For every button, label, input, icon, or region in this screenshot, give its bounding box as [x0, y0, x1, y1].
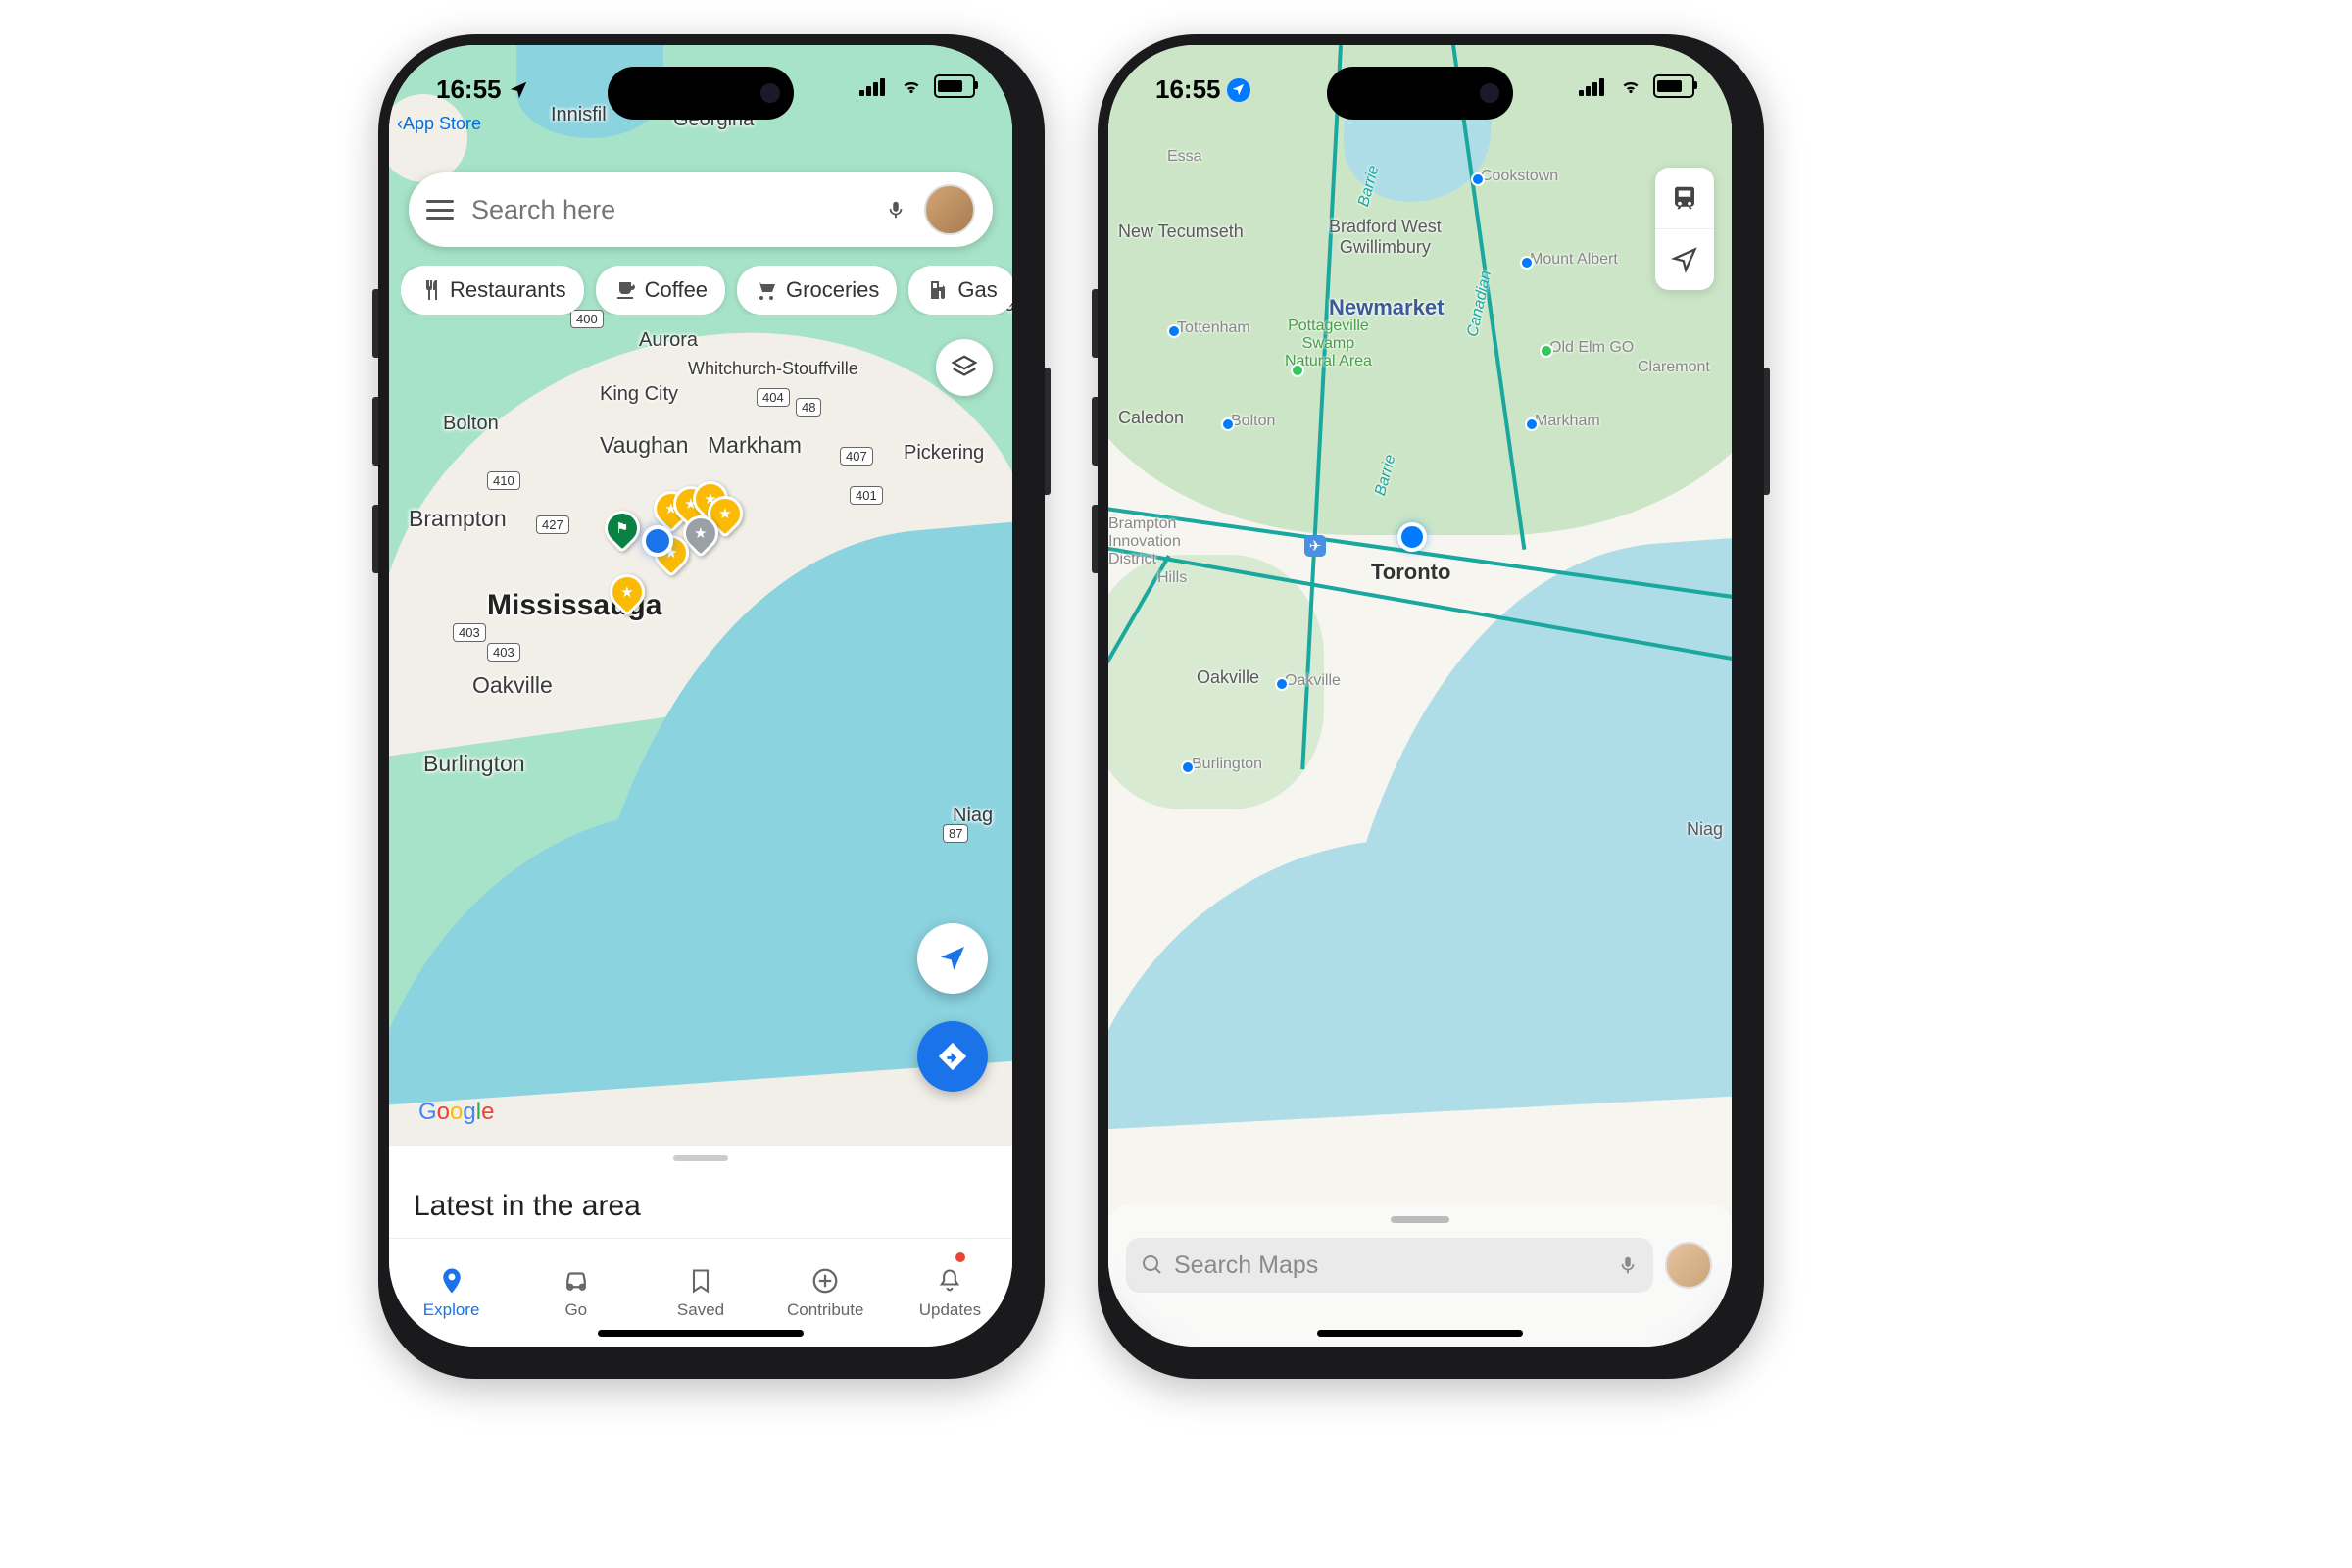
sheet-handle[interactable]: [1391, 1216, 1449, 1223]
map-marker: [1525, 417, 1539, 431]
back-to-app-store[interactable]: ‹ App Store: [397, 114, 481, 134]
label-tottenham: Tottenham: [1177, 319, 1250, 337]
directions-button[interactable]: [917, 1021, 988, 1092]
label-brampton: Brampton: [409, 506, 507, 532]
mic-icon[interactable]: [1617, 1251, 1639, 1279]
search-bar[interactable]: Search here: [409, 172, 993, 247]
status-time: 16:55: [436, 74, 502, 105]
wifi-icon: [899, 76, 924, 96]
hwy-shield: 48: [796, 398, 821, 416]
label-cookstown: Cookstown: [1481, 168, 1558, 185]
label-kingcity: King City: [600, 383, 678, 406]
battery-icon: [934, 74, 975, 98]
profile-avatar[interactable]: [1665, 1242, 1712, 1289]
label-whitchurch: Whitchurch-Stouffville: [688, 359, 858, 379]
updates-badge: [956, 1252, 965, 1262]
label-bolton: Bolton: [443, 413, 499, 435]
map-marker: [1471, 172, 1485, 186]
hwy-shield: 401: [850, 486, 883, 505]
battery-icon: [1653, 74, 1694, 98]
search-placeholder: Search here: [471, 195, 867, 225]
map-controls: [1655, 168, 1714, 290]
label-burlington: Burlington: [1192, 756, 1262, 773]
hwy-shield: 427: [536, 515, 569, 534]
map-marker: [1520, 256, 1534, 270]
menu-icon[interactable]: [426, 200, 454, 220]
google-brand: Google: [418, 1099, 494, 1126]
label-park: Pottageville Swamp Natural Area: [1285, 318, 1372, 370]
mic-icon[interactable]: [885, 195, 906, 224]
map-marker: [1167, 324, 1181, 338]
phone-google-maps: 16:55 ‹ App Store Innisfil Georgina Newm…: [378, 34, 1045, 1379]
label-oakville-area: Oakville: [1197, 667, 1259, 688]
label-vaughan: Vaughan: [600, 432, 688, 459]
home-indicator: [598, 1330, 804, 1337]
transit-mode-button[interactable]: [1655, 168, 1714, 229]
hwy-shield: 404: [757, 388, 790, 407]
apple-map-canvas[interactable]: Essa Cookstown New Tecumseth Bradford We…: [1108, 45, 1732, 1347]
label-caledon: Caledon: [1118, 408, 1184, 428]
label-bradford: Bradford West Gwillimbury: [1329, 217, 1442, 258]
current-location-dot: [642, 525, 673, 557]
location-indicator-icon: [1227, 78, 1250, 102]
dynamic-island: [1327, 67, 1513, 120]
label-markham: Markham: [708, 432, 802, 459]
cellular-icon: [859, 76, 889, 96]
tab-updates[interactable]: Updates: [888, 1239, 1012, 1347]
label-mtalbert: Mount Albert: [1530, 251, 1618, 269]
label-markham: Markham: [1535, 413, 1600, 430]
label-hills: Hills: [1157, 569, 1187, 587]
label-bolton: Bolton: [1231, 413, 1275, 430]
my-location-button[interactable]: [917, 923, 988, 994]
label-oakville: Oakville: [472, 672, 553, 699]
label-burlington: Burlington: [423, 751, 525, 777]
chip-coffee[interactable]: Coffee: [596, 266, 725, 315]
hwy-shield: 410: [487, 471, 520, 490]
search-icon: [1141, 1253, 1164, 1277]
map-marker-park: [1291, 364, 1304, 377]
chip-gas[interactable]: Gas: [908, 266, 1012, 315]
airport-icon: ✈: [1304, 535, 1326, 557]
phone-apple-maps: 16:55 Essa: [1098, 34, 1764, 1379]
hwy-shield: 407: [840, 447, 873, 466]
cellular-icon: [1579, 76, 1608, 96]
tab-explore[interactable]: Explore: [389, 1239, 514, 1347]
search-bar[interactable]: Search Maps: [1126, 1238, 1653, 1293]
label-pickering: Pickering: [904, 442, 984, 465]
label-oldelm: Old Elm GO: [1549, 339, 1634, 357]
hwy-shield: 403: [453, 623, 486, 642]
tracking-button[interactable]: [1655, 229, 1714, 290]
sheet-title: Latest in the area: [414, 1190, 641, 1223]
chip-restaurants[interactable]: Restaurants: [401, 266, 584, 315]
chip-groceries[interactable]: Groceries: [737, 266, 897, 315]
map-marker: [1181, 760, 1195, 774]
sheet-handle[interactable]: [673, 1155, 728, 1161]
search-placeholder: Search Maps: [1174, 1251, 1607, 1280]
map-marker-transit: [1540, 344, 1553, 358]
category-chips: Restaurants Coffee Groceries Gas: [401, 266, 1012, 315]
hwy-shield: 87: [943, 824, 968, 843]
map-marker: [1275, 677, 1289, 691]
label-aurora: Aurora: [639, 329, 698, 352]
label-niagara: Niag: [1687, 819, 1723, 840]
map-marker: [1221, 417, 1235, 431]
profile-avatar[interactable]: [924, 184, 975, 235]
bottom-sheet[interactable]: Latest in the area: [389, 1145, 1012, 1239]
home-indicator: [1317, 1330, 1523, 1337]
location-arrow-icon: [508, 79, 529, 101]
label-brampton-district: Brampton Innovation District: [1108, 515, 1181, 568]
status-time: 16:55: [1155, 74, 1221, 105]
label-oakville: Oakville: [1285, 672, 1341, 690]
wifi-icon: [1618, 76, 1643, 96]
label-claremont: Claremont: [1638, 359, 1710, 376]
label-toronto: Toronto: [1371, 560, 1450, 585]
current-location-dot: [1397, 522, 1427, 552]
hwy-shield: 403: [487, 643, 520, 662]
label-essa: Essa: [1167, 148, 1202, 166]
label-newtecumseth: New Tecumseth: [1118, 221, 1244, 242]
search-sheet[interactable]: Search Maps: [1108, 1204, 1732, 1347]
dynamic-island: [608, 67, 794, 120]
layers-button[interactable]: [936, 339, 993, 396]
